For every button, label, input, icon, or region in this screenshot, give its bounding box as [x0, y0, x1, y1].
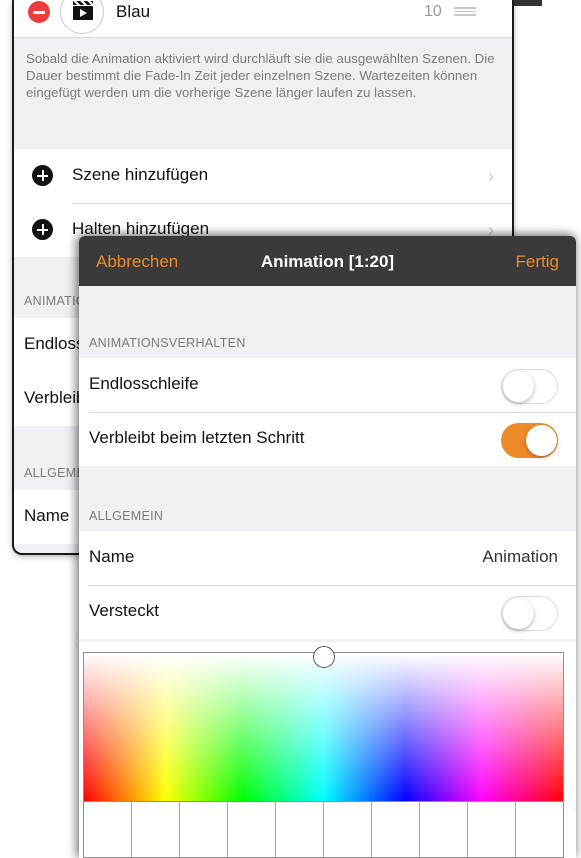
name-value[interactable]: Animation	[482, 547, 558, 567]
general-section-header: ALLGEMEIN	[89, 509, 164, 523]
stay-on-last-step-toggle[interactable]	[501, 423, 558, 458]
background-edge	[512, 0, 542, 6]
scene-row[interactable]: Blau 10	[14, 0, 512, 38]
name-row[interactable]: Name Animation	[79, 531, 576, 585]
animation-description: Sobald die Animation aktiviert wird durc…	[26, 51, 495, 100]
color-swatch[interactable]	[324, 802, 372, 857]
toggle-knob	[525, 424, 557, 456]
drag-handle-icon[interactable]	[454, 7, 476, 16]
loop-row: Endlosschleife	[79, 358, 576, 412]
color-picker-handle[interactable]	[313, 646, 335, 668]
minus-circle-icon[interactable]	[28, 1, 50, 23]
behavior-section-header: ANIMATIONSVERHALTEN	[89, 336, 246, 350]
toggle-knob	[502, 370, 534, 402]
back-name-label: Name	[24, 506, 70, 525]
loop-toggle[interactable]	[501, 369, 558, 404]
toggle-knob	[502, 597, 534, 629]
stay-on-last-step-label: Verbleibt beim letzten Schritt	[89, 428, 305, 447]
plus-circle-icon	[32, 219, 53, 240]
add-scene-label: Szene hinzufügen	[72, 165, 209, 184]
color-swatch[interactable]	[276, 802, 324, 857]
plus-circle-icon	[32, 165, 53, 186]
color-swatch[interactable]	[516, 802, 563, 857]
add-scene-row[interactable]: Szene hinzufügen ›	[14, 149, 512, 203]
chevron-right-icon: ›	[488, 166, 494, 186]
color-swatch[interactable]	[84, 802, 132, 857]
loop-label: Endlosschleife	[89, 374, 199, 393]
modal-title: Animation [1:20]	[260, 252, 395, 271]
color-swatch[interactable]	[228, 802, 276, 857]
navigation-bar: Abbrechen Animation [1:20] Fertig	[79, 236, 576, 286]
stay-on-last-step-row: Verbleibt beim letzten Schritt	[79, 412, 576, 466]
animation-settings-modal: Abbrechen Animation [1:20] Fertig ANIMAT…	[79, 236, 576, 858]
color-swatch[interactable]	[468, 802, 516, 857]
color-swatch[interactable]	[132, 802, 180, 857]
color-swatch[interactable]	[180, 802, 228, 857]
color-swatch[interactable]	[420, 802, 468, 857]
scene-name: Blau	[116, 2, 151, 21]
color-spectrum-picker[interactable]	[83, 646, 564, 802]
clapperboard-icon	[73, 1, 93, 20]
color-section	[79, 642, 576, 858]
color-swatch[interactable]	[372, 802, 420, 857]
scene-thumbnail	[60, 0, 104, 34]
done-button[interactable]: Fertig	[516, 252, 559, 272]
hidden-label: Versteckt	[89, 601, 159, 620]
scene-duration: 10	[424, 3, 442, 20]
color-swatch-row	[83, 802, 564, 858]
hidden-toggle[interactable]	[501, 596, 558, 631]
hidden-row: Versteckt	[79, 585, 576, 639]
name-label: Name	[89, 547, 135, 566]
